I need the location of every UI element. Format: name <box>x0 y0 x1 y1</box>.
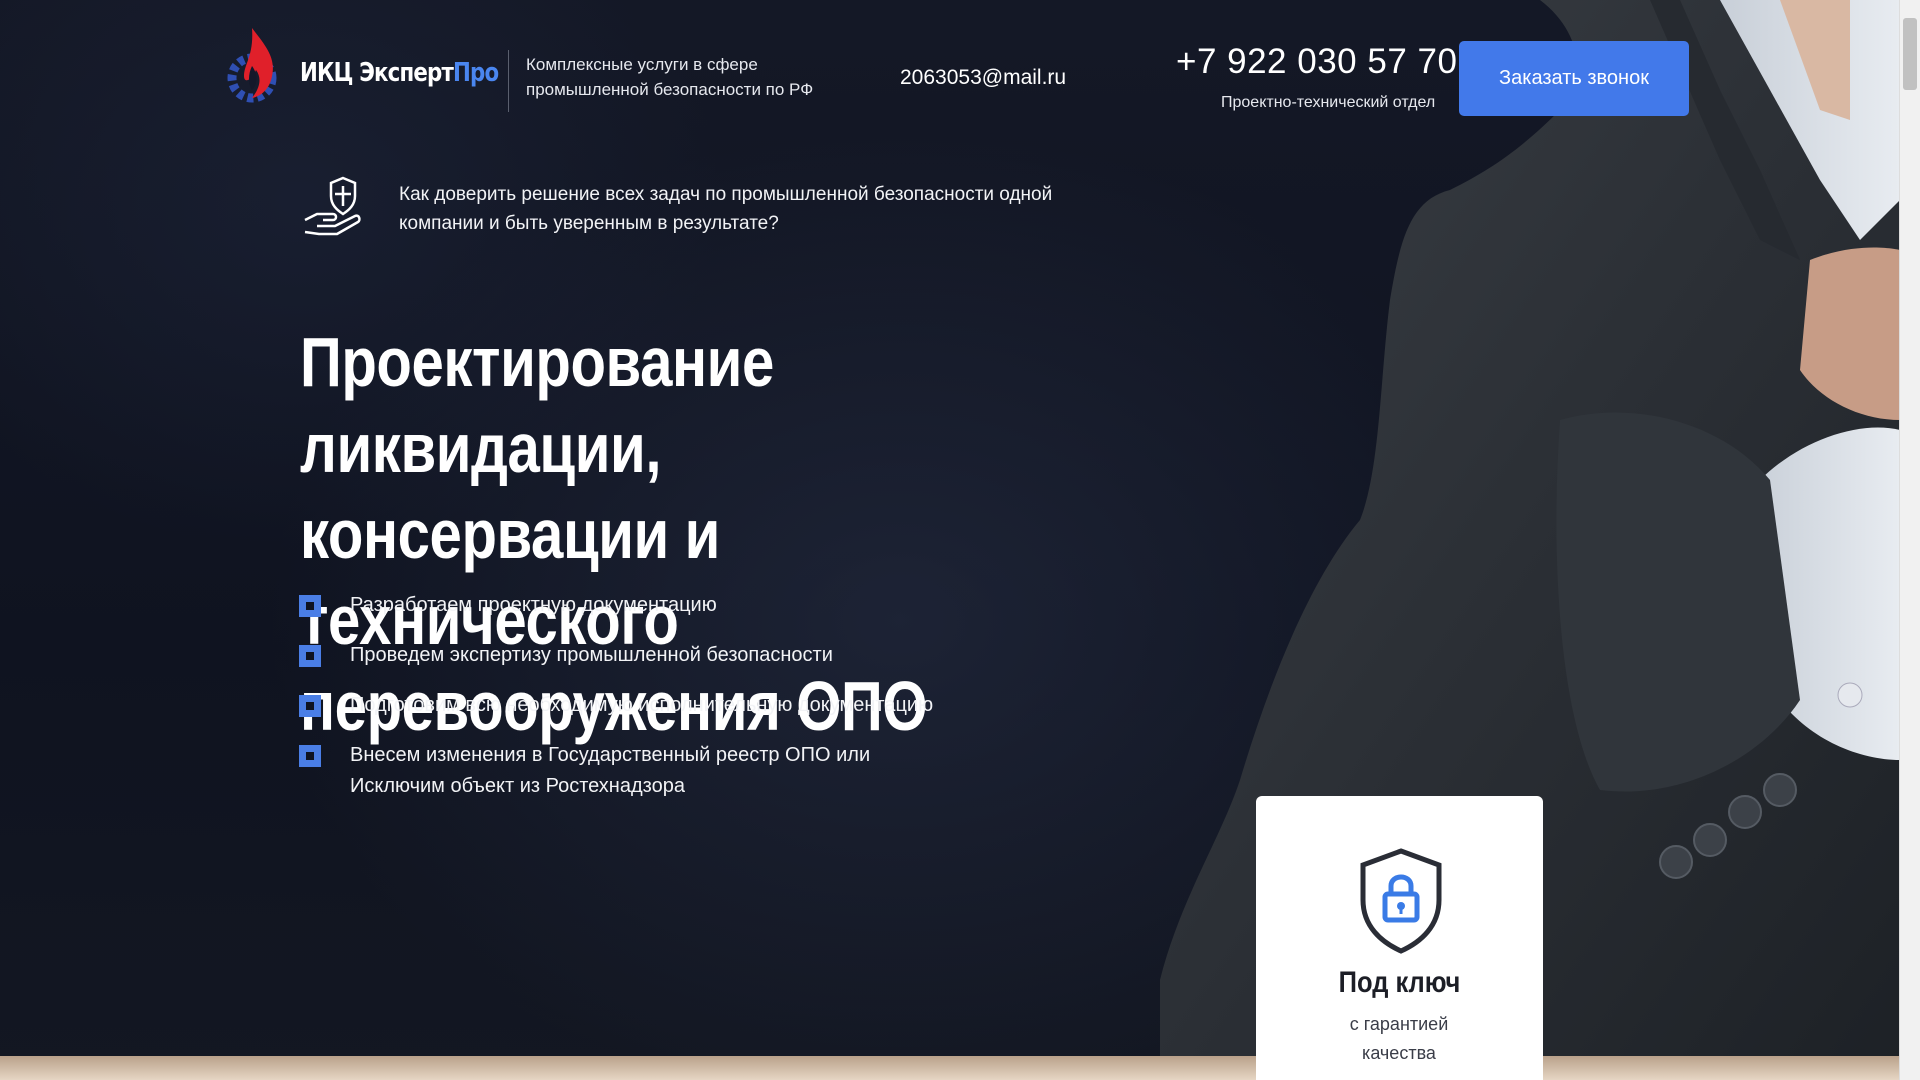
feature-item: Проведем экспертизу промышленной безопас… <box>298 640 1018 671</box>
email-link[interactable]: 2063053@mail.ru <box>900 66 1066 90</box>
hand-shield-icon <box>304 176 361 236</box>
square-bullet-icon <box>299 595 321 617</box>
feature-list: Разработаем проектную документацию Прове… <box>298 590 1018 821</box>
feature-text: Проведем экспертизу промышленной безопас… <box>350 644 833 666</box>
turnkey-card: Под ключ с гарантией качества <box>1256 796 1543 1080</box>
feature-text: Разработаем проектную документацию <box>350 594 717 616</box>
company-tagline: Комплексные услуги в сфере промышленной … <box>526 55 814 99</box>
order-call-button[interactable]: Заказать звонок <box>1459 41 1689 116</box>
logo-text-main: ИКЦ Эксперт <box>300 58 454 88</box>
headline-line: Проектирование ликвидации, <box>300 322 774 487</box>
square-bullet-icon <box>299 745 321 767</box>
company-logo-icon[interactable] <box>222 26 286 108</box>
site-header: ИКЦ ЭкспертПро Комплексные услуги в сфер… <box>0 0 1900 140</box>
hero-intro: Как доверить решение всех задач по промы… <box>399 184 1053 234</box>
feature-item: Подготовим всю необходимую исполнительну… <box>298 690 1018 721</box>
feature-text: Подготовим всю необходимую исполнительну… <box>350 694 934 716</box>
feature-item: Разработаем проектную документацию <box>298 590 1018 621</box>
phone-link[interactable]: +7 922 030 57 70 <box>1176 42 1457 82</box>
square-bullet-icon <box>299 695 321 717</box>
feature-text: Внесем изменения в Государственный реест… <box>350 744 871 797</box>
department-label: Проектно-технический отдел <box>1221 94 1436 111</box>
header-divider <box>508 50 509 112</box>
feature-item: Внесем изменения в Государственный реест… <box>298 740 910 802</box>
square-bullet-icon <box>299 645 321 667</box>
company-logo-text[interactable]: ИКЦ ЭкспертПро <box>300 58 499 88</box>
page-scrollbar[interactable] <box>1899 0 1920 1080</box>
scrollbar-thumb[interactable] <box>1903 18 1917 90</box>
floor-strip <box>0 1056 1900 1080</box>
shield-lock-icon <box>1360 848 1442 954</box>
card-title: Под ключ <box>1338 966 1461 999</box>
card-subtitle: с гарантией качества <box>1349 1014 1449 1063</box>
logo-text-accent: Про <box>453 58 499 88</box>
